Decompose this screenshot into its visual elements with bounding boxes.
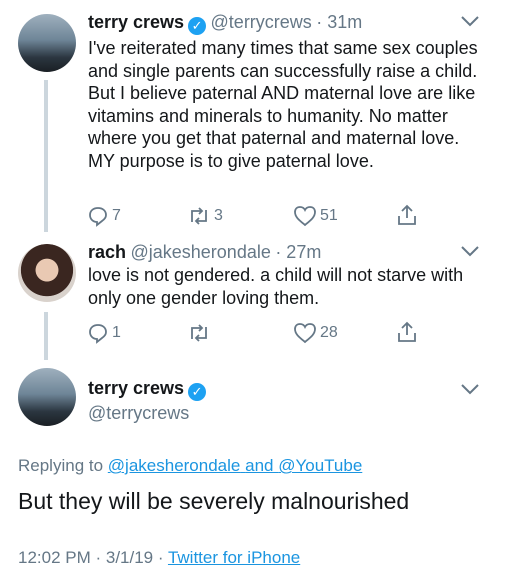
tweet2-like-count: 28 — [320, 324, 338, 341]
main-tweet-timestamp: 12:02 PM · 3/1/19 · — [18, 548, 164, 567]
tweet2-header: rach @jakesherondale · 27m — [88, 242, 321, 263]
replying-handle-1: @jakesherondale — [107, 456, 241, 475]
tweet1-like-count: 51 — [320, 207, 338, 224]
share-icon[interactable] — [396, 203, 418, 227]
reply-icon[interactable] — [87, 205, 109, 227]
retweet-icon[interactable] — [187, 206, 211, 226]
retweet-icon[interactable] — [187, 323, 211, 343]
tweet2-author-handle[interactable]: @jakesherondale — [130, 242, 270, 262]
chevron-down-icon[interactable] — [460, 382, 480, 396]
replying-handle-2: @YouTube — [278, 456, 363, 475]
thread-line-1 — [44, 80, 48, 232]
main-tweet-author: terry crews ✓ @terrycrews — [88, 378, 207, 424]
share-icon[interactable] — [396, 320, 418, 344]
main-author-name[interactable]: terry crews — [88, 378, 184, 398]
thread-line-2 — [44, 312, 48, 360]
tweet1-author-handle[interactable]: @terrycrews — [211, 12, 312, 32]
reply-icon[interactable] — [87, 322, 109, 344]
main-tweet-text: But they will be severely malnourished — [18, 488, 410, 514]
tweet1-author-name[interactable]: terry crews — [88, 12, 184, 32]
chevron-down-icon[interactable] — [460, 244, 480, 258]
avatar-terry-crews[interactable] — [18, 14, 76, 72]
verified-badge-icon: ✓ — [188, 383, 207, 401]
main-tweet-meta: 12:02 PM · 3/1/19 · Twitter for iPhone — [18, 548, 300, 568]
replying-to-line: Replying to @jakesherondale and @YouTube — [18, 456, 362, 476]
avatar-terry-crews-main[interactable] — [18, 368, 76, 426]
replying-prefix: Replying to — [18, 456, 104, 475]
tweet1-retweet-count: 3 — [214, 207, 223, 224]
tweet2-reply-count: 1 — [112, 324, 121, 341]
verified-badge-icon: ✓ — [188, 17, 207, 35]
tweet2-text: love is not gendered. a child will not s… — [88, 265, 464, 308]
avatar-rach[interactable] — [18, 244, 76, 302]
tweet1-reply-count: 7 — [112, 207, 121, 224]
heart-icon[interactable] — [293, 205, 317, 227]
main-author-handle[interactable]: @terrycrews — [88, 403, 206, 424]
chevron-down-icon[interactable] — [460, 14, 480, 28]
tweet1-text: I've reiterated many times that same sex… — [88, 38, 478, 171]
replying-and: and — [245, 456, 274, 475]
heart-icon[interactable] — [293, 322, 317, 344]
tweet1-time: · 31m — [316, 12, 363, 32]
tweet1-header: terry crews ✓ @terrycrews · 31m — [88, 12, 468, 35]
replying-to-jakesherondale-link[interactable]: @jakesherondale and @YouTube — [108, 456, 362, 475]
tweet2-time: · 27m — [275, 242, 322, 262]
tweet-source-link[interactable]: Twitter for iPhone — [168, 548, 300, 567]
tweet2-author-name[interactable]: rach — [88, 242, 126, 262]
